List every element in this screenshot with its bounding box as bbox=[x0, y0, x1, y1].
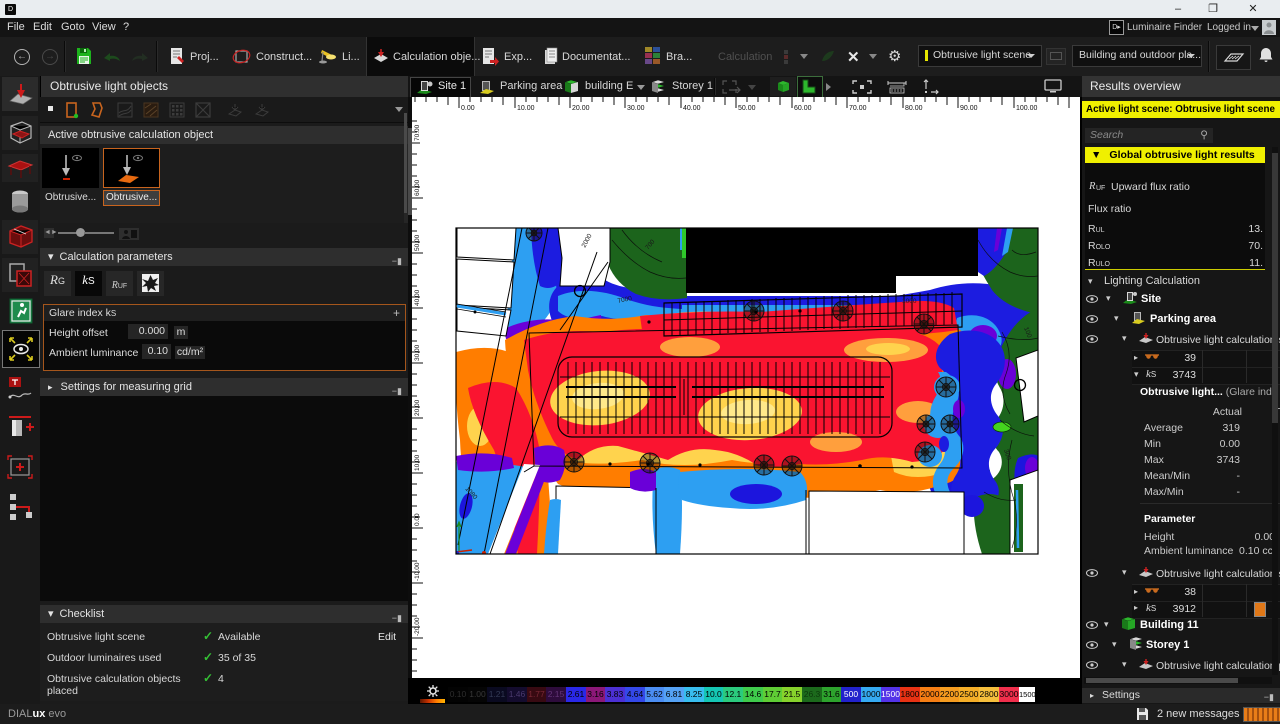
svg-text:30.00: 30.00 bbox=[414, 344, 421, 361]
svg-text:10.00: 10.00 bbox=[414, 454, 421, 471]
svg-text:50.00: 50.00 bbox=[414, 234, 421, 251]
svg-text:60.00: 60.00 bbox=[414, 179, 421, 196]
svg-text:20.00: 20.00 bbox=[572, 105, 590, 112]
svg-text:30.00: 30.00 bbox=[627, 105, 645, 112]
svg-text:80.00: 80.00 bbox=[905, 105, 923, 112]
svg-text:1000: 1000 bbox=[902, 298, 917, 305]
svg-text:10.00: 10.00 bbox=[517, 105, 535, 112]
svg-text:0.00: 0.00 bbox=[461, 105, 475, 112]
svg-text:20.00: 20.00 bbox=[414, 399, 421, 416]
svg-text:70.00: 70.00 bbox=[414, 124, 421, 141]
svg-text:0.00: 0.00 bbox=[414, 513, 421, 526]
svg-text:70.00: 70.00 bbox=[849, 105, 867, 112]
svg-text:60.00: 60.00 bbox=[794, 105, 812, 112]
svg-text:40.00: 40.00 bbox=[683, 105, 701, 112]
svg-text:90.00: 90.00 bbox=[960, 105, 978, 112]
svg-text:40.00: 40.00 bbox=[414, 289, 421, 306]
svg-text:100.00: 100.00 bbox=[1016, 105, 1038, 112]
svg-text:50.00: 50.00 bbox=[738, 105, 756, 112]
svg-text:-10.00: -10.00 bbox=[414, 562, 421, 581]
svg-text:-20.00: -20.00 bbox=[414, 617, 421, 636]
